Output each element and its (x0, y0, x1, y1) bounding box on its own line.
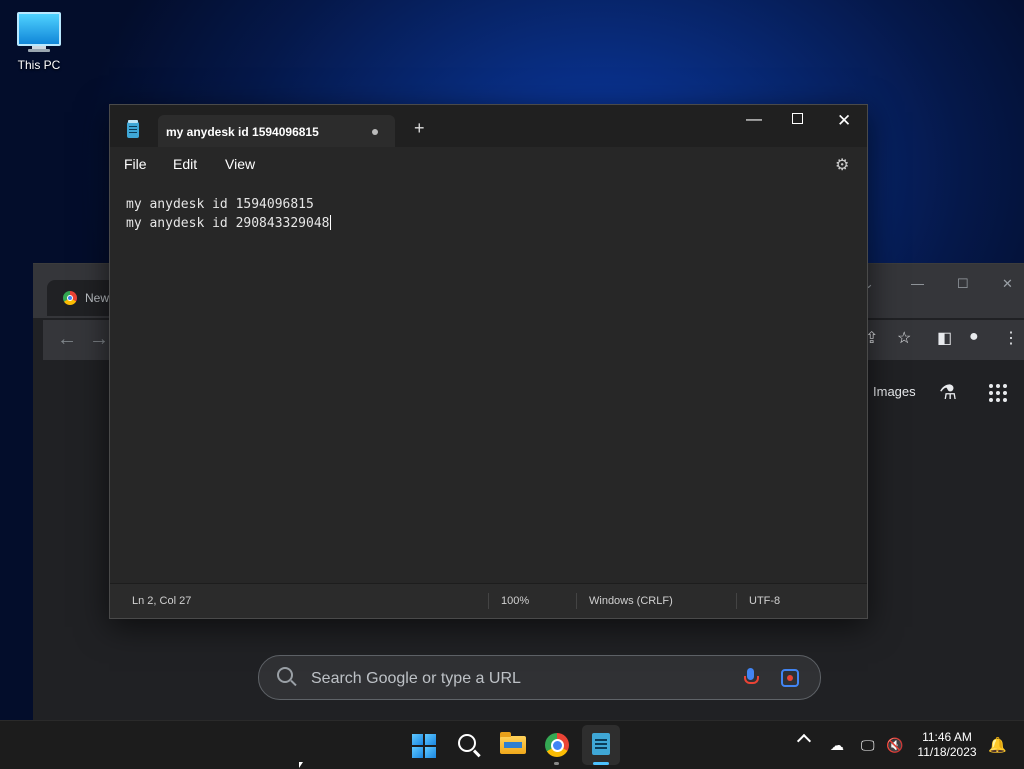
show-hidden-icons-chevron-icon[interactable] (796, 733, 812, 749)
settings-gear-icon[interactable]: ⚙ (835, 155, 849, 175)
google-apps-icon[interactable] (989, 384, 1007, 402)
unsaved-dot-icon[interactable] (372, 129, 378, 135)
side-panel-icon[interactable]: ◧ (937, 328, 952, 348)
notepad-tab-title: my anydesk id 1594096815 (166, 125, 319, 139)
images-link[interactable]: Images (873, 384, 916, 399)
notepad-app-icon (127, 120, 139, 138)
google-lens-icon[interactable] (781, 669, 799, 687)
maximize-icon[interactable] (792, 113, 803, 124)
menu-file[interactable]: File (124, 156, 147, 172)
network-icon[interactable]: 🖵 (861, 737, 875, 754)
menu-edit[interactable]: Edit (173, 156, 197, 172)
notepad-statusbar: Ln 2, Col 27 100% Windows (CRLF) UTF-8 (110, 583, 867, 618)
desktop-icon-this-pc[interactable]: This PC (8, 8, 70, 72)
search-icon (277, 667, 293, 683)
notepad-titlebar: my anydesk id 1594096815 + — ✕ (110, 105, 867, 147)
labs-flask-icon[interactable]: ⚗ (939, 380, 957, 405)
taskbar-clock[interactable]: 11:46 AM 11/18/2023 (912, 730, 982, 760)
active-app-indicator (593, 762, 609, 765)
voice-search-icon[interactable] (744, 668, 759, 684)
notepad-menubar: File Edit View ⚙ (110, 147, 867, 181)
text-caret (329, 215, 331, 230)
bookmark-star-icon[interactable]: ☆ (897, 328, 911, 348)
status-zoom[interactable]: 100% (501, 595, 529, 607)
profile-icon[interactable]: ● (969, 328, 979, 346)
status-line-ending[interactable]: Windows (CRLF) (589, 595, 673, 607)
status-encoding[interactable]: UTF-8 (749, 595, 780, 607)
taskbar-chrome-icon[interactable] (545, 733, 569, 757)
menu-view[interactable]: View (225, 156, 255, 172)
chrome-icon (63, 291, 77, 305)
taskbar-search-icon[interactable] (458, 734, 476, 752)
cloud-offline-icon[interactable]: ☁ (830, 737, 844, 754)
notepad-window: my anydesk id 1594096815 + — ✕ File Edit… (109, 104, 868, 619)
mouse-cursor (299, 762, 303, 768)
minimize-icon[interactable]: — (746, 111, 762, 129)
back-arrow-icon[interactable]: ← (57, 328, 77, 351)
file-explorer-icon[interactable] (500, 732, 526, 754)
close-icon[interactable]: ✕ (1002, 276, 1013, 292)
google-search-box[interactable] (258, 655, 821, 701)
taskbar: ☁ 🖵 🔇 11:46 AM 11/18/2023 🔔 (0, 720, 1024, 769)
close-icon[interactable]: ✕ (837, 111, 851, 131)
chrome-tab-title: New (85, 291, 110, 305)
text-line-2: my anydesk id 290843329048 (126, 216, 330, 231)
notepad-tab[interactable]: my anydesk id 1594096815 (158, 115, 395, 147)
notification-bell-icon[interactable]: 🔔 (988, 736, 1007, 754)
maximize-icon[interactable]: ☐ (957, 276, 969, 292)
clock-date: 11/18/2023 (917, 745, 977, 759)
text-line-1: my anydesk id 1594096815 (126, 197, 314, 212)
status-cursor-position: Ln 2, Col 27 (132, 595, 192, 607)
new-tab-plus-icon[interactable]: + (414, 119, 425, 137)
forward-arrow-icon[interactable]: → (89, 328, 109, 351)
clock-time: 11:46 AM (922, 730, 972, 744)
monitor-icon (17, 12, 61, 46)
taskbar-notepad-icon (592, 733, 610, 755)
volume-muted-icon[interactable]: 🔇 (886, 737, 903, 754)
start-windows-icon[interactable] (412, 734, 436, 758)
notepad-text-area[interactable]: my anydesk id 1594096815 my anydesk id 2… (110, 181, 867, 584)
minimize-icon[interactable]: — (911, 276, 924, 291)
google-search-input[interactable] (309, 656, 713, 701)
more-menu-icon[interactable]: ⋮ (1003, 328, 1019, 348)
desktop-icon-label: This PC (17, 58, 61, 72)
